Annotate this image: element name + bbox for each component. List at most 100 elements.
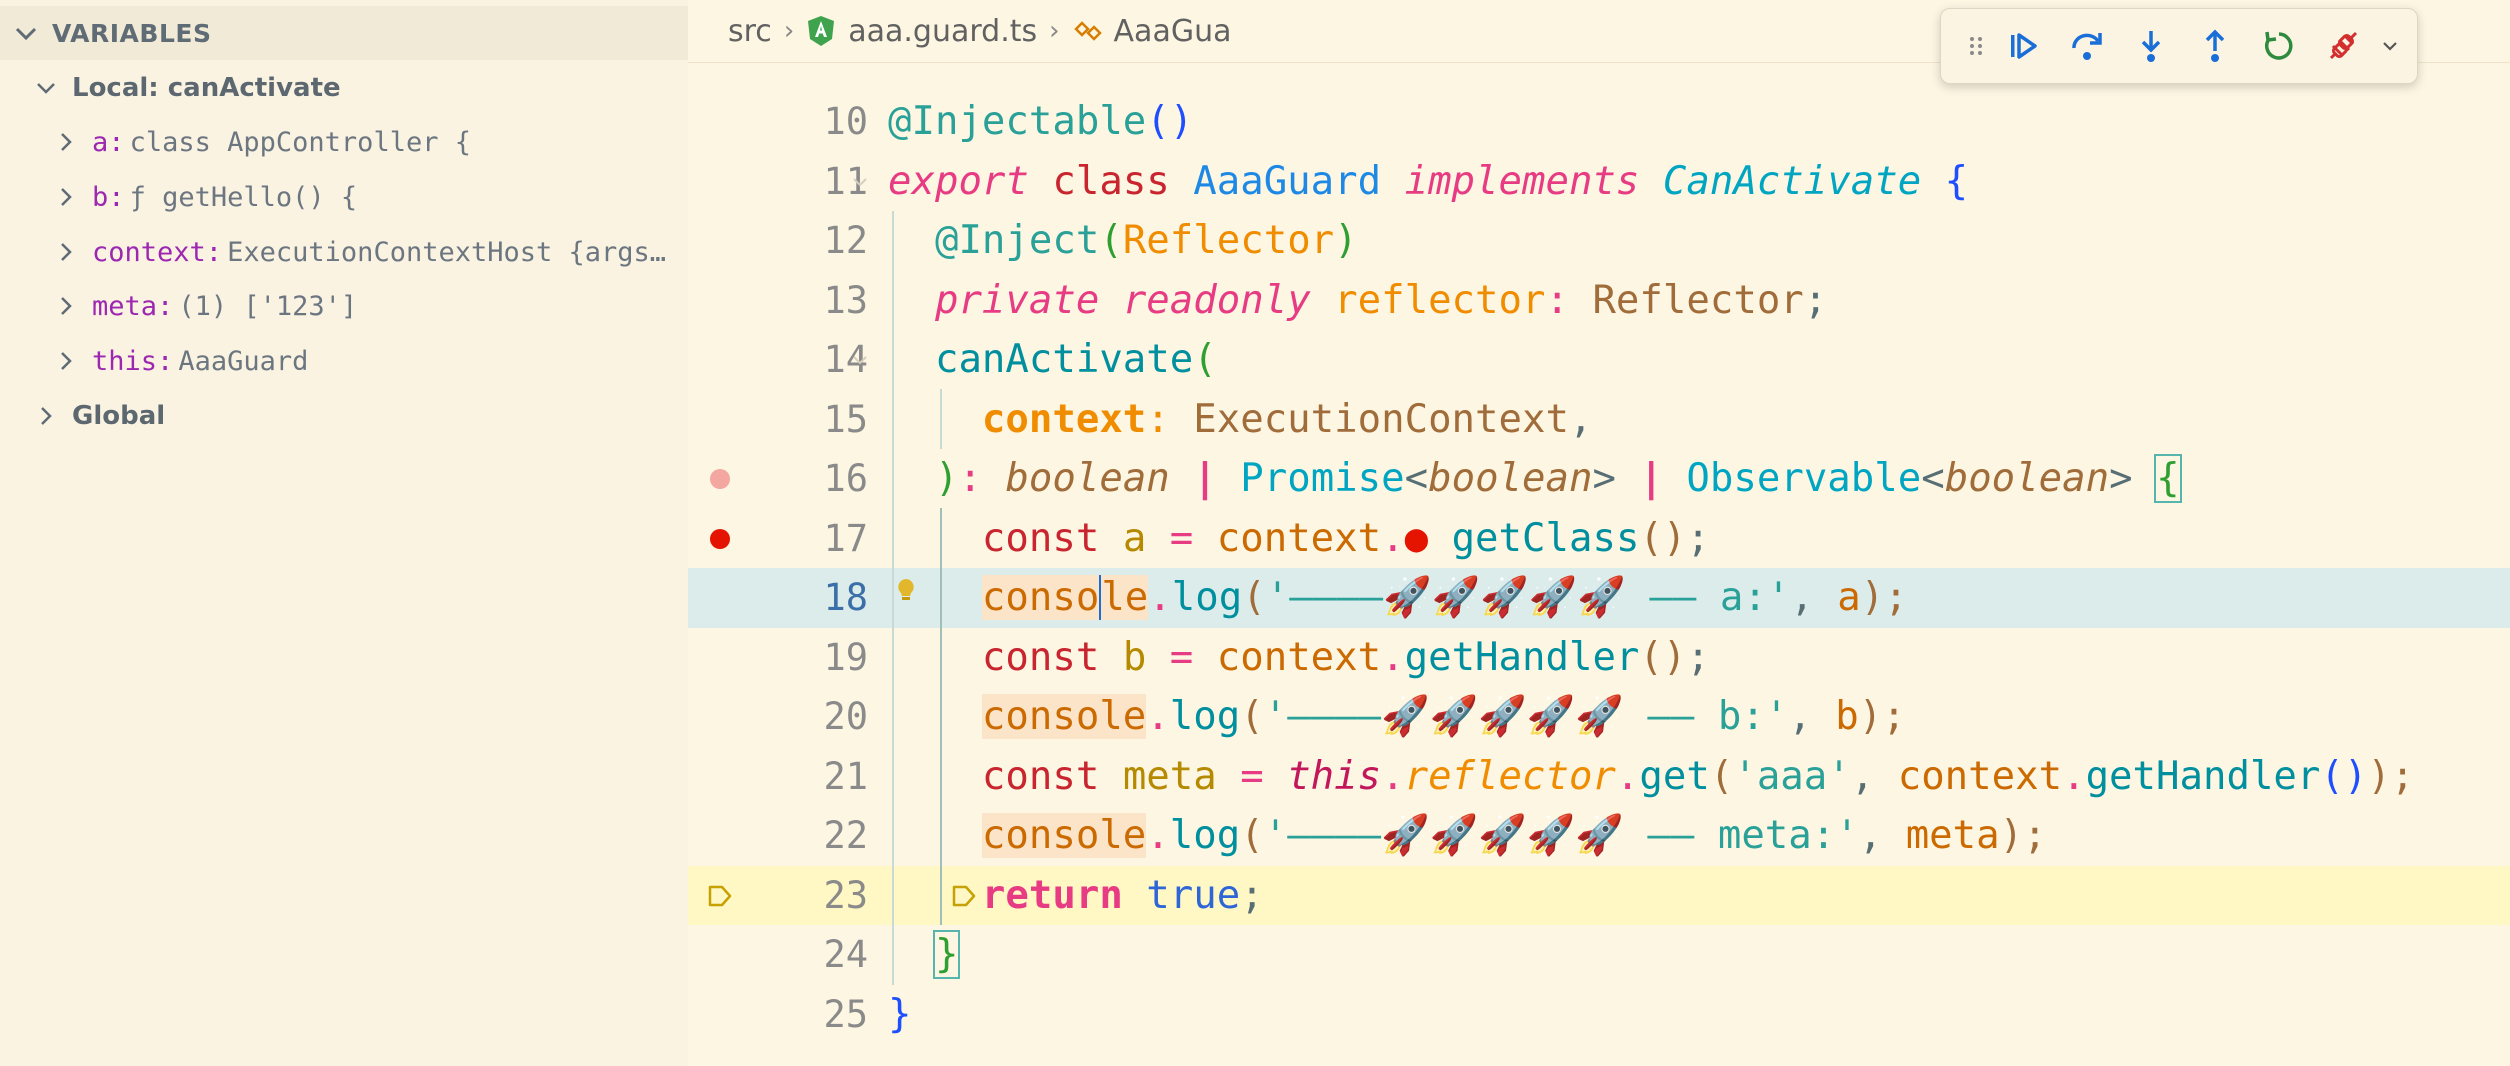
line-number: 11 [823,159,868,203]
code-text: context: ExecutionContext, [981,396,1593,442]
variables-title: VARIABLES [52,18,212,48]
variables-panel: VARIABLES Local: canActivate a: class Ap… [0,0,689,1066]
code-text: export class AaaGuard implements CanActi… [888,158,1969,204]
variable-name: a: [92,126,125,158]
fold-chevron-icon[interactable] [848,348,872,372]
chevron-down-icon[interactable] [2375,36,2405,56]
chevron-right-icon: › [1049,16,1060,46]
variable-row-a[interactable]: a: class AppController { [0,115,688,169]
scope-global[interactable]: Global [0,389,688,443]
code-line-12: 12 @Inject(Reflector) [688,211,2510,271]
indent-guide-active [940,508,942,925]
fold-chevron-icon[interactable] [848,170,872,194]
line-number: 23 [823,873,868,917]
code-line-17: 17 const a = context.● getClass(); [688,509,2510,569]
code-text: ): boolean | Promise<boolean> | Observab… [934,454,2182,503]
breadcrumb-symbol[interactable]: AaaGua [1114,14,1232,49]
code-text: return true; [981,872,1264,918]
line-number: 19 [823,635,868,679]
variable-value: (1) ['123'] [178,290,358,322]
variable-name: context: [92,236,223,268]
disconnect-button[interactable] [2311,14,2375,78]
line-number: 21 [823,754,868,798]
line-number: 13 [823,278,868,322]
step-over-button[interactable] [2055,14,2119,78]
chevron-right-icon [50,345,82,377]
step-into-button[interactable] [2119,14,2183,78]
code-line-22: 22 console.log('————🚀🚀🚀🚀🚀 —— meta:', met… [688,806,2510,866]
line-number: 22 [823,814,868,857]
step-into-icon [2141,31,2161,62]
line-number: 24 [823,933,868,976]
variable-row-meta[interactable]: meta: (1) ['123'] [0,279,688,333]
variable-row-context[interactable]: context: ExecutionContextHost {args… [0,225,688,279]
line-number: 10 [823,100,868,143]
continue-icon [2011,33,2037,59]
code-text: } [932,930,961,979]
code-text: private readonly reflector: Reflector; [934,277,1828,323]
variables-section-header[interactable]: VARIABLES [0,6,688,60]
code-line-16: 16 ): boolean | Promise<boolean> | Obser… [688,449,2510,509]
scope-label-local: Local: canActivate [72,73,341,103]
line-number: 18 [823,576,868,619]
chevron-right-icon [30,400,62,432]
variable-value: AaaGuard [178,345,309,377]
code-line-21: 21 const meta = this.reflector.get('aaa'… [688,747,2510,807]
code-text: const meta = this.reflector.get('aaa', c… [981,753,2415,799]
breadcrumb-file[interactable]: aaa.guard.ts [848,14,1037,49]
code-line-11: 11 export class AaaGuard implements CanA… [688,152,2510,212]
code-text: } [888,991,912,1037]
code-line-23-paused: 23 return true; [688,865,2510,925]
line-number: 14 [823,338,868,381]
variable-value: ƒ getHello() { [129,181,358,213]
code-text: console.log('————🚀🚀🚀🚀🚀 —— a:', a); [981,575,1908,620]
chevron-right-icon [50,236,82,268]
code-line-13: 13 private readonly reflector: Reflector… [688,271,2510,331]
chevron-right-icon [50,126,82,158]
chevron-down-icon [30,72,62,104]
variable-name: meta: [92,290,174,322]
code-text: @Injectable() [888,99,1194,144]
chevron-right-icon [50,290,82,322]
code-text: @Inject(Reflector) [934,218,1358,263]
line-number: 15 [823,397,868,441]
code-line-24: 24 } [688,925,2510,985]
breadcrumb-folder[interactable]: src [728,14,772,49]
debug-toolbar [1940,8,2418,84]
code-text: console.log('————🚀🚀🚀🚀🚀 —— meta:', meta); [981,813,2047,858]
class-icon [1072,15,1104,47]
code-text: const a = context.● getClass(); [981,515,1710,561]
code-line-18-current: 18 console.log('————🚀🚀🚀🚀🚀 —— a:', a); [688,568,2510,628]
code-line-10: 10 @Injectable() [688,92,2510,152]
scope-local[interactable]: Local: canActivate [0,61,688,115]
variable-row-this[interactable]: this: AaaGuard [0,334,688,388]
disconnect-icon [2329,31,2358,60]
step-out-icon [2205,29,2225,62]
variable-value: class AppController { [129,126,471,158]
step-over-icon [2072,33,2102,60]
indent-guide [940,389,942,449]
code-editor[interactable]: src › aaa.guard.ts › AaaGua 10 @Injectab… [688,0,2510,1066]
variable-row-b[interactable]: b: ƒ getHello() { [0,170,688,224]
step-out-button[interactable] [2183,14,2247,78]
angular-icon [806,15,836,47]
variable-name: this: [92,345,174,377]
code-line-20: 20 console.log('————🚀🚀🚀🚀🚀 —— b:', b); [688,687,2510,747]
line-number: 20 [823,695,868,738]
scope-label-global: Global [72,401,166,431]
code-text: canActivate( [934,337,1217,382]
drag-grip-icon[interactable] [1961,14,1991,78]
line-number: 16 [823,457,868,500]
line-number: 12 [823,219,868,262]
variable-value: ExecutionContextHost {args… [227,236,667,268]
code-line-19: 19 const b = context.getHandler(); [688,628,2510,688]
restart-button[interactable] [2247,14,2311,78]
line-number: 17 [823,516,868,560]
indent-guide [892,211,894,985]
code-text: const b = context.getHandler(); [981,634,1710,680]
continue-button[interactable] [1991,14,2055,78]
chevron-right-icon [50,181,82,213]
chevron-down-icon [10,17,42,49]
line-number: 25 [823,992,868,1036]
chevron-right-icon: › [783,16,795,46]
